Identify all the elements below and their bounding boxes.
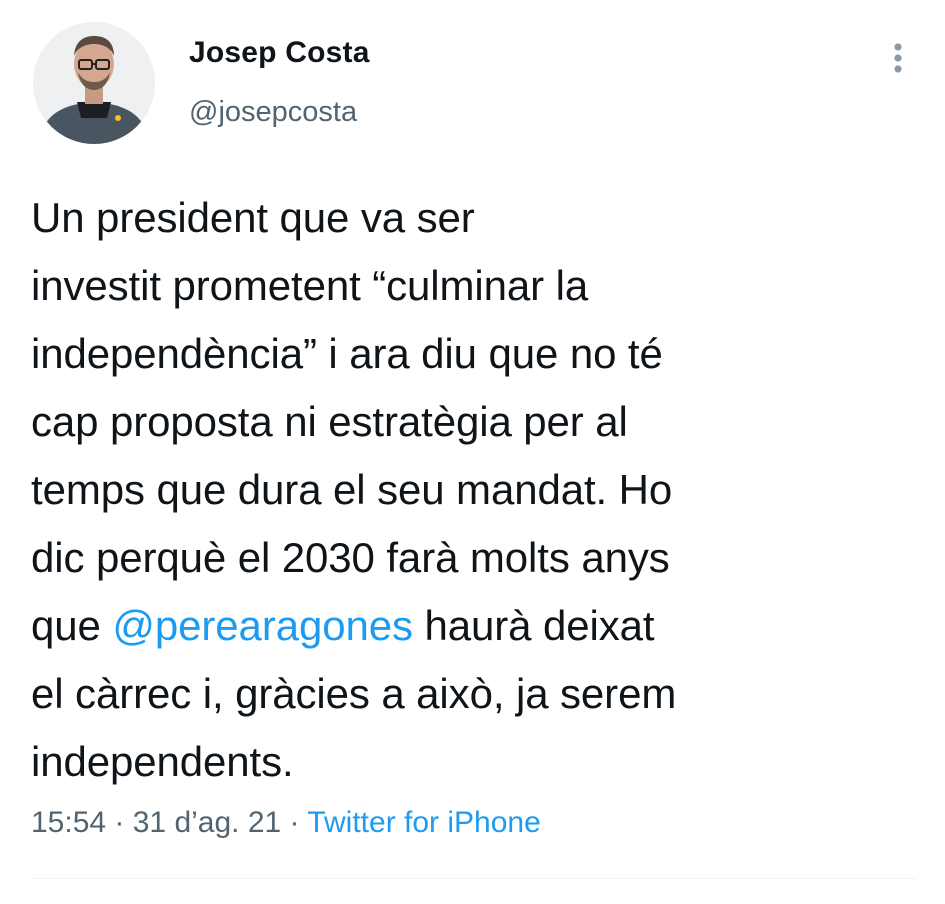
tweet-line: investit prometent “culminar la bbox=[31, 262, 589, 309]
tweet: Josep Costa @josepcosta Un president que… bbox=[0, 0, 945, 904]
tweet-line: independència” i ara diu que no té bbox=[31, 330, 663, 377]
tweet-line: independents. bbox=[31, 738, 294, 785]
tweet-line: Un president que va ser bbox=[31, 194, 475, 241]
tweet-source-link[interactable]: Twitter for iPhone bbox=[307, 806, 540, 839]
more-vertical-icon bbox=[894, 43, 902, 73]
tweet-line: el càrrec i, gràcies a això, ja serem bbox=[31, 670, 677, 717]
tweet-line: dic perquè el 2030 farà molts anys bbox=[31, 534, 670, 581]
avatar-image bbox=[33, 22, 155, 144]
tweet-meta: 15:54 · 31 d’ag. 21 · Twitter for iPhone bbox=[31, 806, 541, 840]
user-handle[interactable]: @josepcosta bbox=[189, 96, 357, 129]
tweet-line: que @perearagones haurà deixat bbox=[31, 592, 891, 660]
tweet-line: cap proposta ni estratègia per al bbox=[31, 398, 628, 445]
meta-separator: · bbox=[106, 806, 133, 839]
tweet-text: Un president que va ser investit promete… bbox=[31, 184, 891, 796]
avatar[interactable] bbox=[33, 22, 155, 144]
more-options-button[interactable] bbox=[878, 38, 918, 78]
meta-separator: · bbox=[281, 806, 308, 839]
divider bbox=[31, 878, 917, 879]
mention-link[interactable]: @perearagones bbox=[112, 602, 413, 649]
text-segment: haurà deixat bbox=[412, 602, 655, 649]
tweet-time[interactable]: 15:54 bbox=[31, 806, 106, 839]
text-segment: que bbox=[31, 602, 113, 649]
tweet-date[interactable]: 31 d’ag. 21 bbox=[133, 806, 281, 839]
display-name[interactable]: Josep Costa bbox=[189, 36, 370, 70]
tweet-line: temps que dura el seu mandat. Ho bbox=[31, 466, 673, 513]
